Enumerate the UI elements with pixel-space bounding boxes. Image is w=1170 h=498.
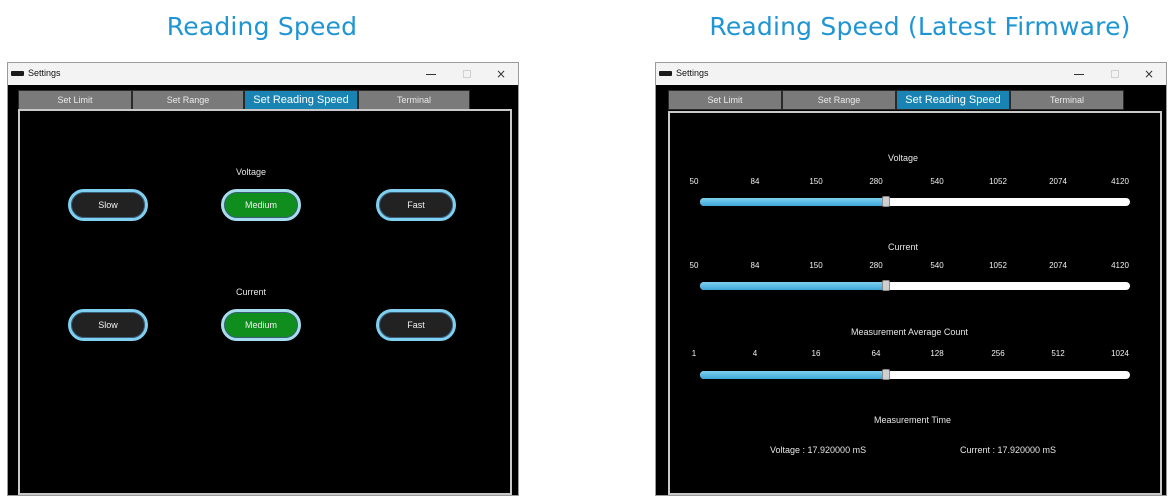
current-slider-fill bbox=[700, 282, 886, 290]
average-tick: 1024 bbox=[1111, 349, 1129, 358]
current-tick: 50 bbox=[689, 261, 699, 270]
measurement-time-label: Measurement Time bbox=[874, 415, 952, 425]
current-tick: 540 bbox=[930, 261, 944, 270]
current-tick: 84 bbox=[750, 261, 760, 270]
average-count-label: Measurement Average Count bbox=[851, 327, 968, 337]
average-tick: 256 bbox=[991, 349, 1005, 358]
voltage-tick: 1052 bbox=[989, 177, 1007, 186]
minimize-icon[interactable] bbox=[418, 65, 444, 83]
current-medium-button[interactable]: Medium bbox=[221, 309, 301, 341]
average-tick: 64 bbox=[871, 349, 881, 358]
app-icon bbox=[11, 71, 24, 76]
tab-set-reading-speed[interactable]: Set Reading Speed bbox=[896, 90, 1010, 110]
current-fast-button[interactable]: Fast bbox=[376, 309, 456, 341]
title-bar: Settings × bbox=[656, 63, 1166, 85]
maximize-icon[interactable] bbox=[454, 65, 480, 83]
tab-set-range[interactable]: Set Range bbox=[132, 90, 244, 110]
close-icon[interactable]: × bbox=[1136, 65, 1162, 83]
current-tick: 150 bbox=[809, 261, 823, 270]
window-title: Settings bbox=[28, 68, 61, 78]
voltage-tick: 150 bbox=[809, 177, 823, 186]
voltage-slider[interactable] bbox=[700, 198, 1130, 206]
voltage-tick: 50 bbox=[689, 177, 699, 186]
current-tick: 4120 bbox=[1111, 261, 1129, 270]
voltage-slider-fill bbox=[700, 198, 886, 206]
minimize-icon[interactable] bbox=[1066, 65, 1092, 83]
voltage-tick: 2074 bbox=[1049, 177, 1067, 186]
maximize-icon[interactable] bbox=[1102, 65, 1128, 83]
current-slider-thumb[interactable] bbox=[882, 280, 890, 291]
reading-speed-panel-latest: Voltage 50 84 150 280 540 1052 2074 4120… bbox=[668, 111, 1162, 495]
settings-window-left: Settings × Set Limit Set Range Set Readi… bbox=[7, 62, 519, 496]
current-slider-label: Current bbox=[888, 242, 919, 252]
window-title: Settings bbox=[676, 68, 709, 78]
voltage-tick: 280 bbox=[869, 177, 883, 186]
average-tick: 16 bbox=[811, 349, 821, 358]
tab-set-limit[interactable]: Set Limit bbox=[18, 90, 132, 110]
average-tick: 128 bbox=[930, 349, 944, 358]
current-slider[interactable] bbox=[700, 282, 1130, 290]
average-tick: 512 bbox=[1051, 349, 1065, 358]
current-label: Current bbox=[236, 287, 267, 297]
current-time-readout: Current : 17.920000 mS bbox=[960, 445, 1057, 455]
voltage-tick: 4120 bbox=[1111, 177, 1129, 186]
voltage-fast-button[interactable]: Fast bbox=[376, 189, 456, 221]
voltage-time-readout: Voltage : 17.920000 mS bbox=[770, 445, 867, 455]
average-tick: 1 bbox=[691, 349, 697, 358]
voltage-tick: 540 bbox=[930, 177, 944, 186]
voltage-medium-button[interactable]: Medium bbox=[221, 189, 301, 221]
app-icon bbox=[659, 71, 672, 76]
tab-set-range[interactable]: Set Range bbox=[782, 90, 896, 110]
average-slider-fill bbox=[700, 371, 886, 379]
title-bar: Settings × bbox=[8, 63, 518, 85]
current-tick: 280 bbox=[869, 261, 883, 270]
right-heading: Reading Speed (Latest Firmware) bbox=[709, 12, 1131, 41]
average-tick: 4 bbox=[752, 349, 758, 358]
voltage-slow-button[interactable]: Slow bbox=[68, 189, 148, 221]
close-icon[interactable]: × bbox=[488, 65, 514, 83]
tab-terminal[interactable]: Terminal bbox=[358, 90, 470, 110]
average-slider-thumb[interactable] bbox=[882, 369, 890, 380]
tab-set-limit[interactable]: Set Limit bbox=[668, 90, 782, 110]
left-heading: Reading Speed bbox=[166, 12, 358, 41]
reading-speed-panel: Voltage Slow Medium Fast Current Slow Me… bbox=[18, 109, 512, 495]
tab-set-reading-speed[interactable]: Set Reading Speed bbox=[244, 90, 358, 110]
voltage-slider-thumb[interactable] bbox=[882, 196, 890, 207]
settings-window-right: Settings × Set Limit Set Range Set Readi… bbox=[655, 62, 1167, 496]
current-tick: 2074 bbox=[1049, 261, 1067, 270]
voltage-tick: 84 bbox=[750, 177, 760, 186]
current-slow-button[interactable]: Slow bbox=[68, 309, 148, 341]
current-tick: 1052 bbox=[989, 261, 1007, 270]
tab-terminal[interactable]: Terminal bbox=[1010, 90, 1124, 110]
voltage-slider-label: Voltage bbox=[888, 153, 919, 163]
voltage-label: Voltage bbox=[236, 167, 267, 177]
average-count-slider[interactable] bbox=[700, 371, 1130, 379]
